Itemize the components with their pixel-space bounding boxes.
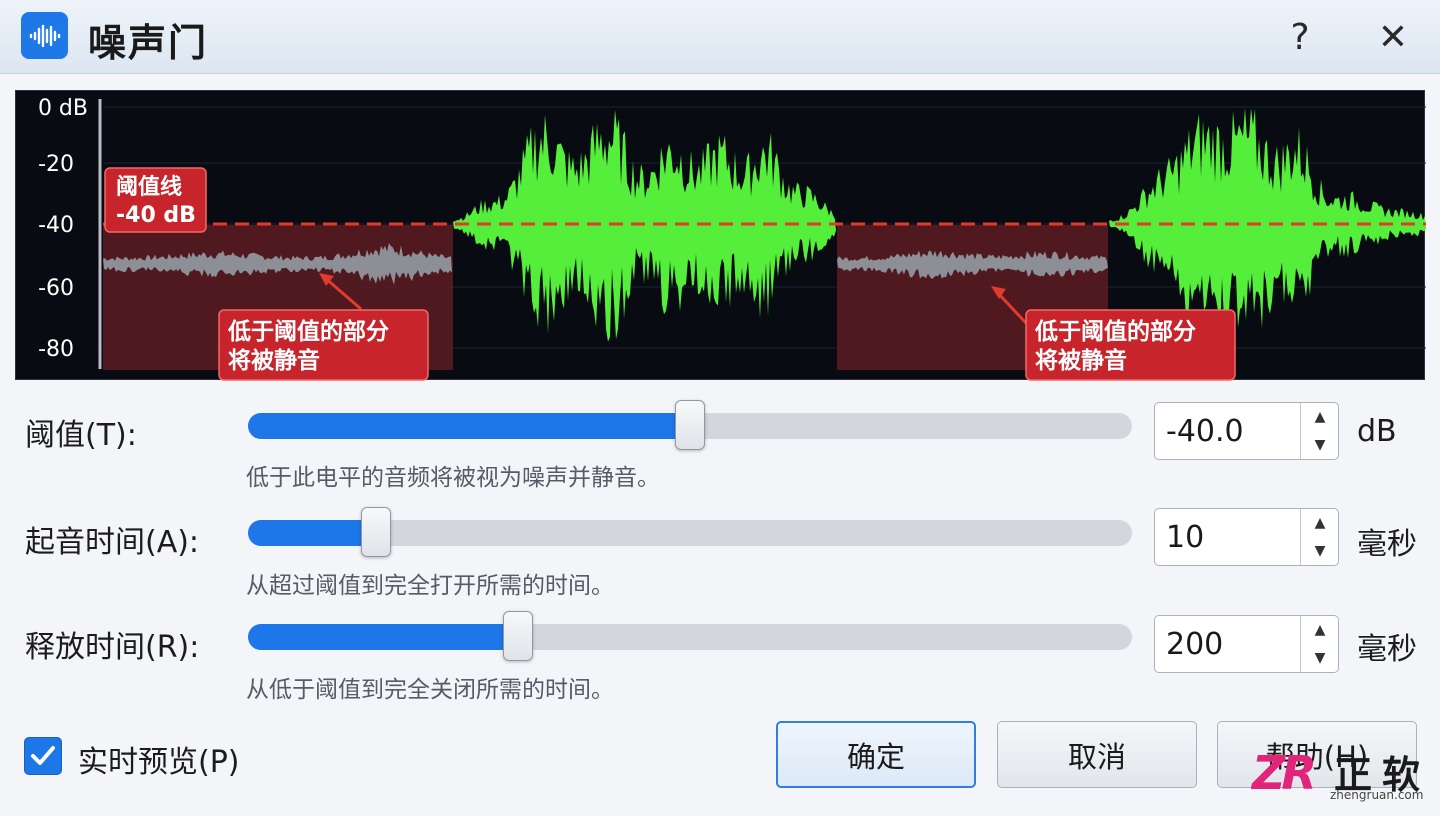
threshold-unit: dB xyxy=(1357,414,1397,449)
help-question-icon[interactable]: ? xyxy=(1277,14,1323,60)
active-audio-wave-1 xyxy=(453,109,836,342)
attack-spinbox[interactable]: 10 ▲ ▼ xyxy=(1154,508,1339,566)
release-slider-fill xyxy=(248,624,528,650)
threshold-hint: 低于此电平的音频将被视为噪声并静音。 xyxy=(246,465,660,491)
release-value[interactable]: 200 xyxy=(1166,616,1223,674)
threshold-label-line1: 阈值线 xyxy=(116,174,182,200)
active-audio-wave-2 xyxy=(1109,107,1426,335)
spin-up-icon[interactable]: ▲ xyxy=(1301,509,1339,537)
threshold-label-line2: -40 dB xyxy=(116,203,196,228)
spin-up-icon[interactable]: ▲ xyxy=(1301,616,1339,644)
release-hint: 从低于阈值到完全关闭所需的时间。 xyxy=(246,677,614,703)
ok-button[interactable]: 确定 xyxy=(776,721,976,788)
attack-slider-thumb[interactable] xyxy=(361,507,392,557)
attack-spin-arrows[interactable]: ▲ ▼ xyxy=(1300,509,1338,565)
attack-slider[interactable] xyxy=(248,507,1132,557)
watermark-logo: ZR xyxy=(1252,746,1317,800)
watermark: ZR 正软 zhengruan.com xyxy=(1250,744,1440,816)
threshold-label: 阈值(T): xyxy=(25,418,137,453)
cancel-button[interactable]: 取消 xyxy=(997,721,1197,788)
waveform-svg: 0 dB -20 -40 -60 -80 阈值线 -40 dB 低于阈值的部分 … xyxy=(38,96,1426,381)
callout-2-line1: 低于阈值的部分 xyxy=(1034,318,1196,345)
callout-1-line1: 低于阈值的部分 xyxy=(227,318,389,345)
release-unit: 毫秒 xyxy=(1357,632,1417,667)
window-title: 噪声门 xyxy=(88,21,209,65)
y-label-20: -20 xyxy=(38,152,74,177)
threshold-spinbox[interactable]: -40.0 ▲ ▼ xyxy=(1154,402,1339,460)
attack-value[interactable]: 10 xyxy=(1166,509,1204,567)
spin-down-icon[interactable]: ▼ xyxy=(1301,537,1339,565)
callout-2-line2: 将被静音 xyxy=(1035,347,1127,374)
spin-down-icon[interactable]: ▼ xyxy=(1301,431,1339,459)
title-bar: 噪声门 ? ✕ xyxy=(0,0,1440,74)
realtime-preview-checkbox[interactable] xyxy=(24,737,62,775)
threshold-slider-thumb[interactable] xyxy=(675,400,705,450)
release-slider[interactable] xyxy=(248,611,1132,661)
threshold-spin-arrows[interactable]: ▲ ▼ xyxy=(1300,403,1338,459)
spin-up-icon[interactable]: ▲ xyxy=(1301,403,1339,431)
release-slider-thumb[interactable] xyxy=(502,611,533,661)
y-label-60: -60 xyxy=(38,276,74,301)
release-spinbox[interactable]: 200 ▲ ▼ xyxy=(1154,615,1339,673)
attack-hint: 从超过阈值到完全打开所需的时间。 xyxy=(246,573,614,599)
threshold-slider-fill xyxy=(248,413,700,439)
threshold-value[interactable]: -40.0 xyxy=(1166,403,1244,461)
checkmark-icon xyxy=(31,746,55,765)
attack-unit: 毫秒 xyxy=(1357,527,1417,562)
threshold-slider[interactable] xyxy=(248,400,1132,450)
waveform-app-icon xyxy=(21,12,68,59)
callout-1-line2: 将被静音 xyxy=(228,347,320,374)
realtime-preview-label[interactable]: 实时预览(P) xyxy=(78,737,240,781)
watermark-url: zhengruan.com xyxy=(1330,788,1424,802)
attack-label: 起音时间(A): xyxy=(25,525,200,560)
y-label-80: -80 xyxy=(38,337,74,362)
spin-down-icon[interactable]: ▼ xyxy=(1301,644,1339,672)
release-label: 释放时间(R): xyxy=(25,630,200,665)
y-label-0: 0 dB xyxy=(38,96,88,121)
close-icon[interactable]: ✕ xyxy=(1370,14,1416,60)
waveform-display: 0 dB -20 -40 -60 -80 阈值线 -40 dB 低于阈值的部分 … xyxy=(15,90,1426,381)
y-label-40: -40 xyxy=(38,213,74,238)
release-spin-arrows[interactable]: ▲ ▼ xyxy=(1300,616,1338,672)
